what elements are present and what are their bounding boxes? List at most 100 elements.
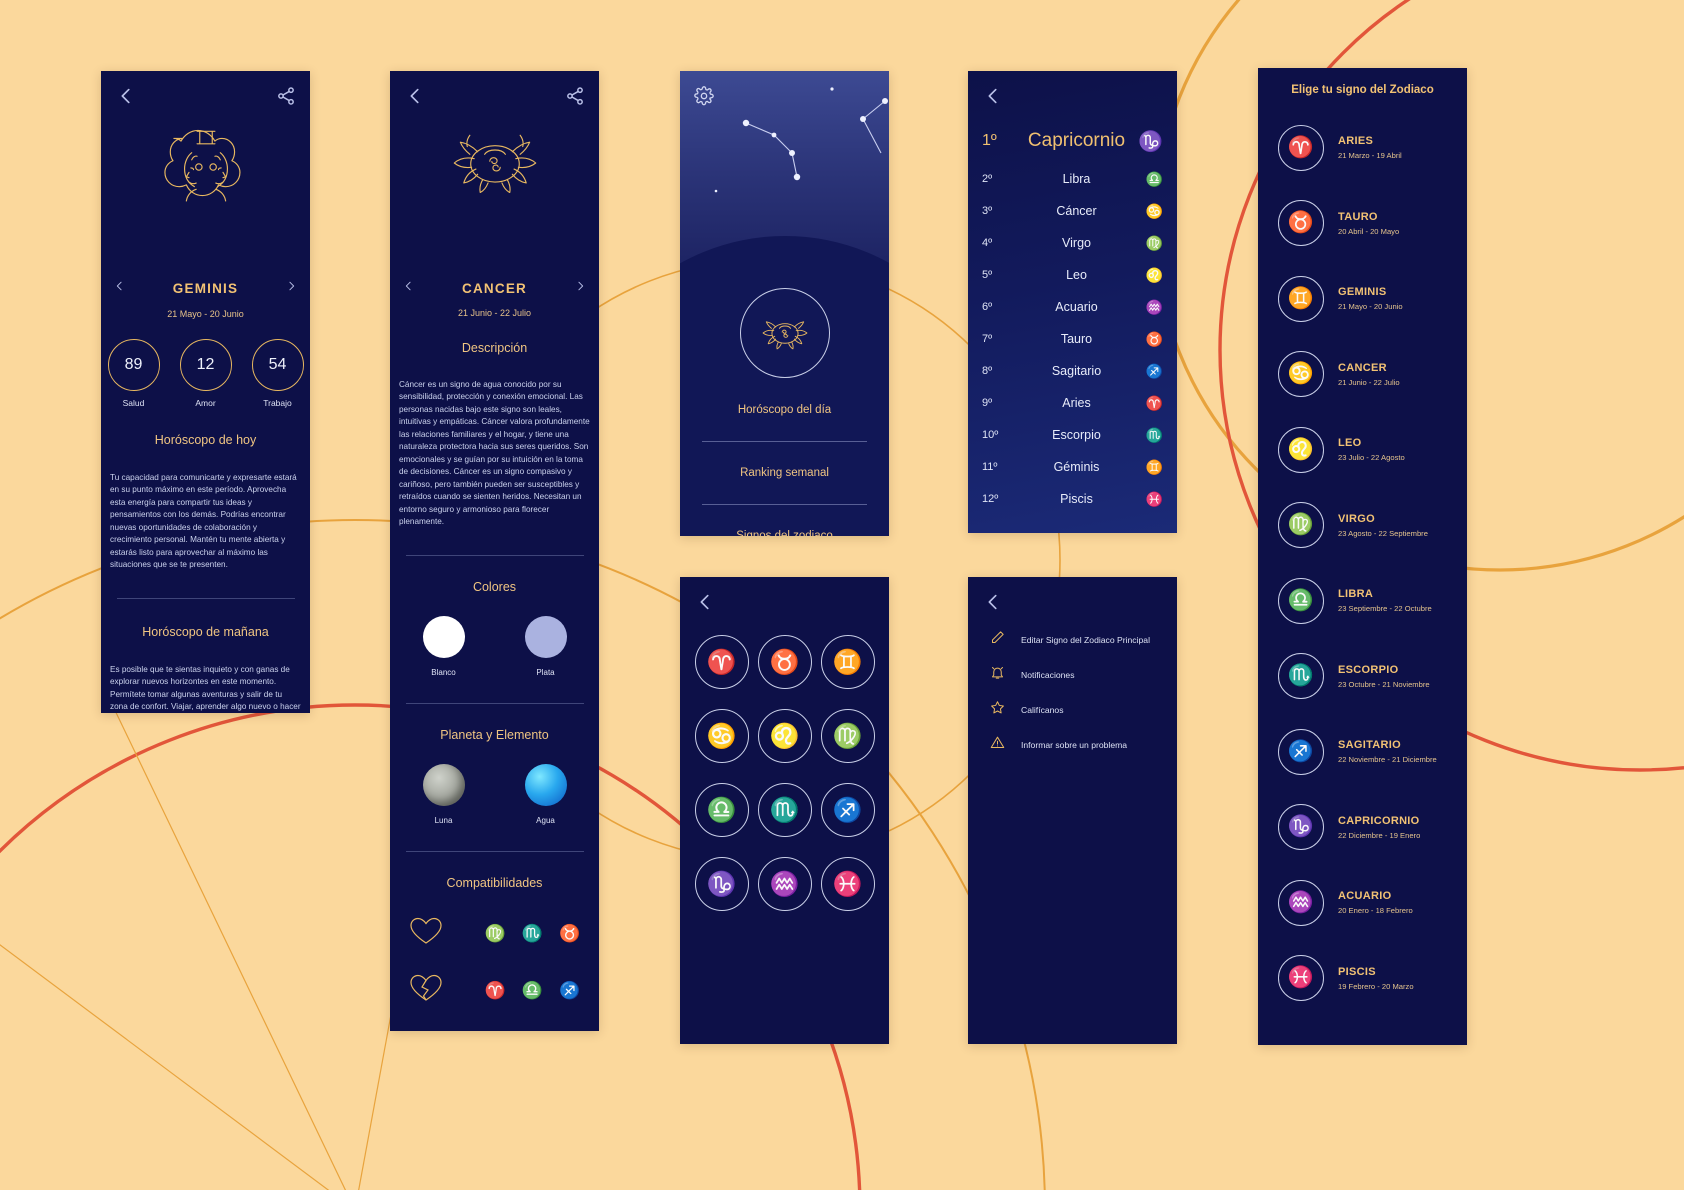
chevron-right-icon[interactable]	[285, 278, 298, 299]
rank-name: Libra	[1062, 172, 1091, 186]
zodiac-symbol: ♈	[706, 648, 737, 676]
ranking-row-5[interactable]: 5º Leo ♌	[968, 259, 1177, 291]
chevron-right-icon[interactable]	[574, 278, 587, 299]
sign-list-item-aries[interactable]: ♈ ARIES 21 Marzo - 19 Abril	[1258, 110, 1467, 186]
stat-salud: 89 Salud	[107, 339, 160, 408]
water-icon	[524, 763, 567, 806]
rank-position: 7º	[982, 333, 993, 345]
ranking-row-12[interactable]: 12º Piscis ♓	[968, 483, 1177, 515]
ranking-row-8[interactable]: 8º Sagitario ♐	[968, 355, 1177, 387]
back-arrow-icon[interactable]	[982, 591, 1004, 613]
rank-symbol: ♒	[1145, 298, 1163, 315]
chevron-left-icon[interactable]	[402, 278, 415, 299]
zodiac-symbol-circle: ♌	[1278, 426, 1324, 473]
back-arrow-icon[interactable]	[404, 85, 426, 107]
ranking-row-2[interactable]: 2º Libra ♎	[968, 163, 1177, 195]
back-arrow-icon[interactable]	[115, 85, 137, 107]
sign-name: TAURO	[1338, 210, 1378, 223]
zodiac-grid-item-escorpio[interactable]: ♏	[757, 783, 812, 837]
zodiac-grid-item-virgo[interactable]: ♍	[820, 709, 875, 763]
zodiac-grid-item-sagitario[interactable]: ♐	[820, 783, 875, 837]
rank-symbol: ♎	[1145, 170, 1163, 187]
menu-ranking-semanal[interactable]: Ranking semanal	[680, 467, 889, 479]
sign-list-item-escorpio[interactable]: ♏ ESCORPIO 23 Octubre - 21 Noviembre	[1258, 639, 1467, 715]
menu-horoscopo-del-dia[interactable]: Horóscopo del día	[680, 404, 889, 416]
compat-symbol: ♏	[521, 923, 544, 943]
description-title: Descripción	[461, 341, 528, 355]
element-label: Agua	[536, 815, 555, 825]
home-sign-circle[interactable]	[739, 288, 830, 378]
sign-dates: 23 Septiembre - 22 Octubre	[1338, 604, 1432, 614]
planet-label: Luna	[434, 815, 453, 825]
ranking-row-10[interactable]: 10º Escorpio ♏	[968, 419, 1177, 451]
chevron-left-icon[interactable]	[113, 278, 126, 299]
zodiac-symbol: ♈	[1287, 135, 1315, 159]
stat-label: Salud	[122, 398, 145, 408]
sign-list-item-piscis[interactable]: ♓ PISCIS 19 Febrero - 20 Marzo	[1258, 941, 1467, 1017]
incompatible-row: ♈ ♎ ♐	[390, 973, 599, 1008]
sign-name: LEO	[1338, 437, 1362, 450]
sign-list-item-tauro[interactable]: ♉ TAURO 20 Abril - 20 Mayo	[1258, 186, 1467, 262]
rank-position: 12º	[982, 493, 999, 505]
ranking-row-1[interactable]: 1º Capricornio ♑	[968, 119, 1177, 163]
incompat-symbol: ♐	[559, 980, 581, 1000]
heart-icon	[409, 916, 443, 951]
ranking-row-9[interactable]: 9º Aries ♈	[968, 387, 1177, 419]
share-icon[interactable]	[565, 86, 585, 106]
zodiac-symbol: ♏	[1287, 664, 1315, 688]
settings-item-editar-signo[interactable]: Editar Signo del Zodiaco Principal	[968, 622, 1177, 657]
edit-pencil-icon	[990, 630, 1005, 650]
zodiac-grid-item-geminis[interactable]: ♊	[820, 635, 875, 689]
sign-list-item-acuario[interactable]: ♒ ACUARIO 20 Enero - 18 Febrero	[1258, 865, 1467, 941]
sign-list-item-cancer[interactable]: ♋ CANCER 21 Junio - 22 Julio	[1258, 337, 1467, 413]
screen-zodiac-grid: ♈ ♉ ♊ ♋ ♌ ♍ ♎ ♏ ♐ ♑ ♒ ♓	[680, 577, 889, 1044]
gemini-topbar	[101, 83, 310, 109]
menu-signos-del-zodiaco[interactable]: Signos del zodiaco	[680, 530, 889, 536]
sign-list-item-capricornio[interactable]: ♑ CAPRICORNIO 22 Diciembre - 19 Enero	[1258, 790, 1467, 866]
back-arrow-icon[interactable]	[982, 85, 1004, 107]
sign-name: PISCIS	[1338, 965, 1376, 978]
share-icon[interactable]	[276, 86, 296, 106]
rank-position: 11º	[982, 461, 998, 473]
rank-name: Cáncer	[1056, 204, 1097, 218]
zodiac-grid-item-tauro[interactable]: ♉	[757, 635, 812, 689]
rank-symbol: ♏	[1145, 426, 1163, 443]
settings-item-calificanos[interactable]: Califícanos	[968, 692, 1177, 727]
rank-position: 8º	[982, 365, 993, 377]
ranking-row-6[interactable]: 6º Acuario ♒	[968, 291, 1177, 323]
sign-name: VIRGO	[1338, 512, 1375, 525]
settings-item-informar-problema[interactable]: Informar sobre un problema	[968, 727, 1177, 762]
sign-list-item-libra[interactable]: ♎ LIBRA 23 Septiembre - 22 Octubre	[1258, 563, 1467, 639]
ranking-row-7[interactable]: 7º Tauro ♉	[968, 323, 1177, 355]
ranking-row-4[interactable]: 4º Virgo ♍	[968, 227, 1177, 259]
zodiac-symbol: ♊	[832, 648, 863, 676]
zodiac-grid-item-aries[interactable]: ♈	[694, 635, 749, 689]
zodiac-grid-item-acuario[interactable]: ♒	[757, 857, 812, 911]
zodiac-grid-item-piscis[interactable]: ♓	[820, 857, 875, 911]
zodiac-grid: ♈ ♉ ♊ ♋ ♌ ♍ ♎ ♏ ♐ ♑ ♒ ♓	[680, 635, 889, 911]
sign-list-item-virgo[interactable]: ♍ VIRGO 23 Agosto - 22 Septiembre	[1258, 488, 1467, 564]
zodiac-grid-item-capricornio[interactable]: ♑	[694, 857, 749, 911]
sign-list-item-geminis[interactable]: ♊ GEMINIS 21 Mayo - 20 Junio	[1258, 261, 1467, 337]
zodiac-symbol: ♍	[1287, 513, 1315, 537]
page-title: GEMINIS	[172, 281, 239, 296]
sign-list-item-leo[interactable]: ♌ LEO 23 Julio - 22 Agosto	[1258, 412, 1467, 488]
zodiac-symbol-circle: ♍	[1278, 502, 1324, 549]
rank-name: Géminis	[1053, 460, 1100, 474]
back-arrow-icon[interactable]	[694, 591, 716, 613]
zodiac-symbol-circle: ♉	[1278, 200, 1324, 247]
cancer-topbar	[390, 83, 599, 109]
sign-list-item-sagitario[interactable]: ♐ SAGITARIO 22 Noviembre - 21 Diciembre	[1258, 714, 1467, 790]
sign-dates: 20 Abril - 20 Mayo	[1338, 226, 1400, 236]
zodiac-grid-item-libra[interactable]: ♎	[694, 783, 749, 837]
zodiac-symbol: ♐	[832, 796, 863, 824]
ranking-row-3[interactable]: 3º Cáncer ♋	[968, 195, 1177, 227]
gear-icon[interactable]	[694, 86, 714, 106]
stat-value: 12	[179, 339, 232, 391]
settings-item-notificaciones[interactable]: Notificaciones	[968, 657, 1177, 692]
compat-symbol: ♉	[559, 923, 581, 943]
ranking-row-11[interactable]: 11º Géminis ♊	[968, 451, 1177, 483]
zodiac-grid-item-cancer[interactable]: ♋	[694, 709, 749, 763]
element-agua: Agua	[524, 763, 567, 825]
zodiac-grid-item-leo[interactable]: ♌	[757, 709, 812, 763]
